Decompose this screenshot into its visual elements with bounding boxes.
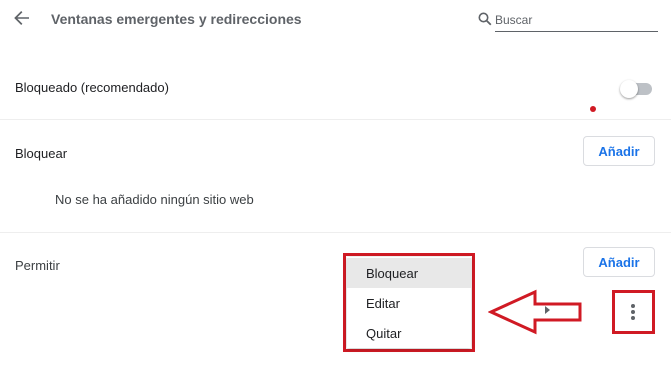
context-menu: Bloquear Editar Quitar	[347, 257, 471, 348]
blocked-recommended-label: Bloqueado (recomendado)	[15, 80, 169, 95]
block-section-label: Bloquear	[15, 146, 68, 161]
search-box[interactable]	[474, 8, 658, 32]
annotation-dot	[590, 106, 596, 112]
divider	[0, 119, 671, 120]
settings-page: Ventanas emergentes y redirecciones Bloq…	[0, 0, 671, 374]
menu-item-remove[interactable]: Quitar	[347, 318, 471, 348]
search-input[interactable]	[494, 8, 658, 31]
caret-right-icon	[545, 306, 550, 314]
toggle-knob	[620, 80, 638, 98]
search-icon	[478, 12, 492, 26]
add-block-site-button[interactable]: Añadir	[583, 136, 655, 166]
more-actions-button[interactable]	[620, 298, 646, 326]
allow-section-label: Permitir	[15, 258, 60, 273]
add-allow-site-button[interactable]: Añadir	[583, 247, 655, 277]
annotation-arrow-icon	[488, 289, 584, 335]
divider	[0, 232, 671, 233]
blocked-toggle[interactable]	[620, 80, 652, 98]
more-vert-icon	[631, 303, 635, 321]
menu-item-edit[interactable]: Editar	[347, 288, 471, 318]
search-underline	[495, 31, 658, 32]
menu-item-block[interactable]: Bloquear	[347, 258, 471, 288]
back-button[interactable]	[8, 6, 36, 34]
page-header: Ventanas emergentes y redirecciones	[0, 0, 671, 40]
empty-list-message: No se ha añadido ningún sitio web	[55, 192, 254, 207]
page-title: Ventanas emergentes y redirecciones	[51, 11, 302, 27]
arrow-back-icon	[14, 10, 30, 31]
